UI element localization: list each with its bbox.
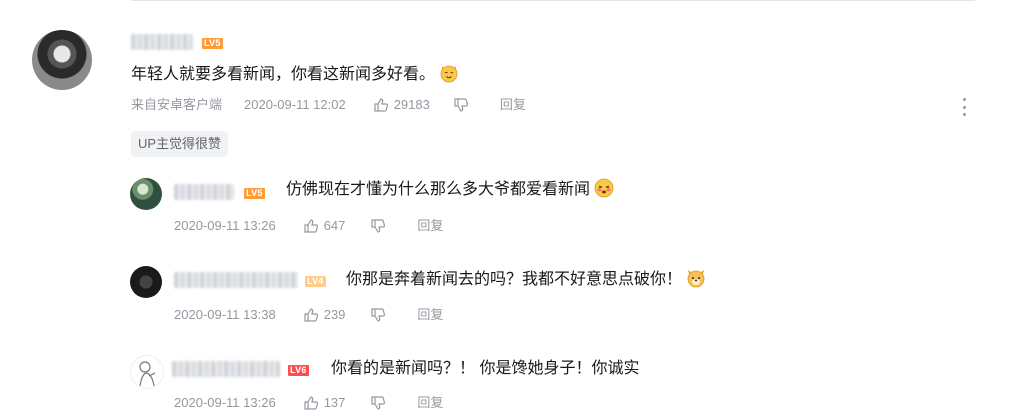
reply-button[interactable]: 回复 bbox=[417, 217, 443, 235]
reply-time: 2020-09-11 13:38 bbox=[174, 307, 276, 322]
dislike-icon[interactable] bbox=[369, 217, 387, 235]
reply-time: 2020-09-11 13:26 bbox=[174, 395, 276, 410]
comment-meta: 来自安卓客户端 2020-09-11 12:02 29183 回复 bbox=[131, 96, 526, 114]
blushing-face-emoji-icon bbox=[594, 178, 614, 198]
like-count: 647 bbox=[323, 218, 346, 233]
level-badge: LV6 bbox=[288, 365, 309, 376]
avatar[interactable] bbox=[32, 30, 92, 90]
reply-button[interactable]: 回复 bbox=[417, 306, 443, 324]
top-divider bbox=[131, 0, 975, 1]
reply-time: 2020-09-11 13:26 bbox=[174, 218, 276, 233]
like-count: 137 bbox=[323, 395, 346, 410]
reply-text: 仿佛现在才懂为什么那么多大爷都爱看新闻 bbox=[286, 178, 614, 201]
reply-button[interactable]: 回复 bbox=[417, 394, 443, 412]
dog-face-emoji-icon bbox=[687, 270, 705, 288]
like-icon[interactable] bbox=[372, 96, 390, 114]
dislike-icon[interactable] bbox=[452, 96, 470, 114]
comment-time: 2020-09-11 12:02 bbox=[244, 97, 346, 112]
reply-text: 你那是奔着新闻去的吗？我都不好意思点破你！ bbox=[346, 268, 706, 291]
comment-text-body: 年轻人就要多看新闻，你看这新闻多好看。 bbox=[131, 66, 436, 83]
like-icon[interactable] bbox=[302, 217, 320, 235]
dislike-icon[interactable] bbox=[369, 394, 387, 412]
like-icon[interactable] bbox=[302, 306, 320, 324]
like-icon[interactable] bbox=[302, 394, 320, 412]
reply-text-body: 你那是奔着新闻去的吗？我都不好意思点破你！ bbox=[346, 271, 683, 288]
like-count: 29183 bbox=[393, 97, 430, 112]
reply-button[interactable]: 回复 bbox=[500, 96, 526, 114]
comment-text: 年轻人就要多看新闻，你看这新闻多好看。 bbox=[131, 63, 459, 86]
comment-source: 来自安卓客户端 bbox=[131, 97, 223, 112]
username-blurred[interactable] bbox=[174, 272, 298, 288]
level-badge: LV5 bbox=[202, 38, 223, 49]
reply-meta: 2020-09-11 13:38 239 回复 bbox=[174, 306, 443, 324]
username-blurred[interactable] bbox=[174, 184, 234, 200]
cat-smile-emoji-icon bbox=[440, 65, 458, 83]
more-options-icon[interactable] bbox=[958, 96, 970, 118]
dislike-icon[interactable] bbox=[369, 306, 387, 324]
sketch-figure-icon bbox=[139, 361, 156, 387]
reply-meta: 2020-09-11 13:26 647 回复 bbox=[174, 217, 443, 235]
reply-meta: 2020-09-11 13:26 137 回复 bbox=[174, 394, 443, 412]
reply-text: 你看的是新闻吗？！ 你是馋她身子！你诚实 bbox=[331, 360, 640, 377]
reply-text-body: 仿佛现在才懂为什么那么多大爷都爱看新闻 bbox=[286, 181, 591, 198]
avatar[interactable] bbox=[130, 266, 162, 298]
username-blurred[interactable] bbox=[172, 361, 280, 377]
level-badge: LV4 bbox=[305, 276, 326, 287]
username-blurred[interactable] bbox=[131, 34, 193, 50]
avatar[interactable] bbox=[130, 355, 164, 389]
avatar[interactable] bbox=[130, 178, 162, 210]
up-liked-badge: UP主觉得很赞 bbox=[131, 131, 229, 157]
like-count: 239 bbox=[323, 307, 346, 322]
level-badge: LV5 bbox=[244, 188, 265, 199]
